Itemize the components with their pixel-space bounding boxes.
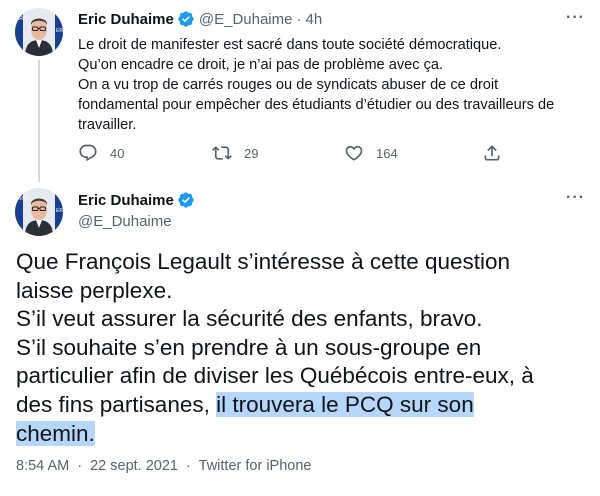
author-name[interactable]: Eric Duhaime [78, 192, 174, 209]
tweet-text-line: On a vu trop de carrés rouges ou de synd… [78, 77, 499, 93]
tweet-header: Eric Duhaime @E_Duhaime · 4h [78, 9, 322, 29]
tweet-text-line: des fins partisanes, il trouvera le PCQ … [16, 391, 586, 420]
avatar-badge-text: ERIC [16, 196, 28, 202]
tweet-text-plain: des fins partisanes, [16, 391, 217, 417]
tweet-text: Le droit de manifester est sacré dans to… [78, 35, 578, 135]
share-icon [484, 145, 500, 161]
avatar[interactable]: ERIC ERIC [15, 8, 63, 56]
tweet-text-line: S’il souhaite s’en prendre à un sous-gro… [16, 334, 482, 360]
tweet-actions: 40 29 164 [78, 143, 518, 167]
reply-button[interactable]: 40 [78, 143, 124, 163]
separator-dot: · [296, 10, 302, 28]
tweet-text-line: laisse perplexe. [16, 277, 173, 303]
retweet-icon [212, 146, 232, 160]
tweet-text-line: S’il veut assurer la sécurité des enfant… [16, 306, 483, 332]
tweet-time[interactable]: 8:54 AM [16, 458, 69, 474]
profile-photo-icon: ERIC ERIC [15, 8, 63, 56]
share-button[interactable] [482, 143, 514, 163]
tweet-text-line: particulier afin de diviser les Québécoi… [16, 363, 534, 389]
tweet-source[interactable]: Twitter for iPhone [199, 458, 312, 474]
tweet-date[interactable]: 22 sept. 2021 [90, 458, 178, 474]
avatar-badge-text: ERIC [16, 16, 28, 22]
tweet-text-line: travailler. [78, 117, 137, 133]
reply-icon [79, 144, 97, 162]
tweet-text: Que François Legault s’intéresse à cette… [16, 248, 586, 448]
thread-connector-line [38, 60, 40, 182]
reply-count: 40 [110, 145, 125, 161]
tweet-text-line: Qu’on encadre ce droit, je n’ai pas de p… [78, 57, 444, 73]
tweet-text-line: fondamental pour empêcher des étudiants … [78, 97, 555, 113]
tweet-metadata: 8:54 AM · 22 sept. 2021 · Twitter for iP… [16, 458, 311, 474]
separator-dot: · [77, 458, 83, 474]
tweet-2-focused[interactable]: ERIC ERIC Eric Duhaime @E_Duhaime ··· Qu… [0, 180, 600, 496]
tweet-text-line: Le droit de manifester est sacré dans to… [78, 37, 502, 53]
retweet-count: 29 [244, 145, 259, 161]
tweet-timestamp[interactable]: 4h [305, 11, 322, 28]
author-name[interactable]: Eric Duhaime [78, 11, 174, 28]
like-count: 164 [376, 145, 398, 161]
heart-icon [345, 145, 363, 161]
tweet-text-line: Que François Legault s’intéresse à cette… [16, 249, 511, 274]
retweet-button[interactable]: 29 [212, 143, 258, 163]
avatar-badge-text: ERIC [56, 28, 63, 34]
more-options-icon[interactable]: ··· [566, 9, 585, 27]
author-handle[interactable]: @E_Duhaime [199, 11, 293, 28]
selected-text-highlight[interactable]: il trouvera le PCQ sur son [216, 391, 474, 417]
separator-dot: · [186, 458, 191, 474]
author-handle[interactable]: @E_Duhaime [78, 213, 172, 230]
avatar[interactable]: ERIC ERIC [15, 188, 63, 236]
tweet-1[interactable]: ERIC ERIC Eric Duhaime @E_Duhaime · 4h ·… [0, 0, 600, 182]
profile-photo-icon: ERIC ERIC [15, 188, 63, 236]
selected-text-highlight[interactable]: chemin. [16, 420, 95, 446]
avatar-badge-text: ERIC [56, 208, 63, 214]
tweet-text-line: chemin. [16, 420, 586, 449]
verified-badge-icon [178, 11, 194, 27]
tweet-header: Eric Duhaime [78, 191, 195, 209]
verified-badge-icon [178, 192, 194, 208]
like-button[interactable]: 164 [344, 143, 398, 163]
more-options-icon[interactable]: ··· [566, 189, 585, 207]
